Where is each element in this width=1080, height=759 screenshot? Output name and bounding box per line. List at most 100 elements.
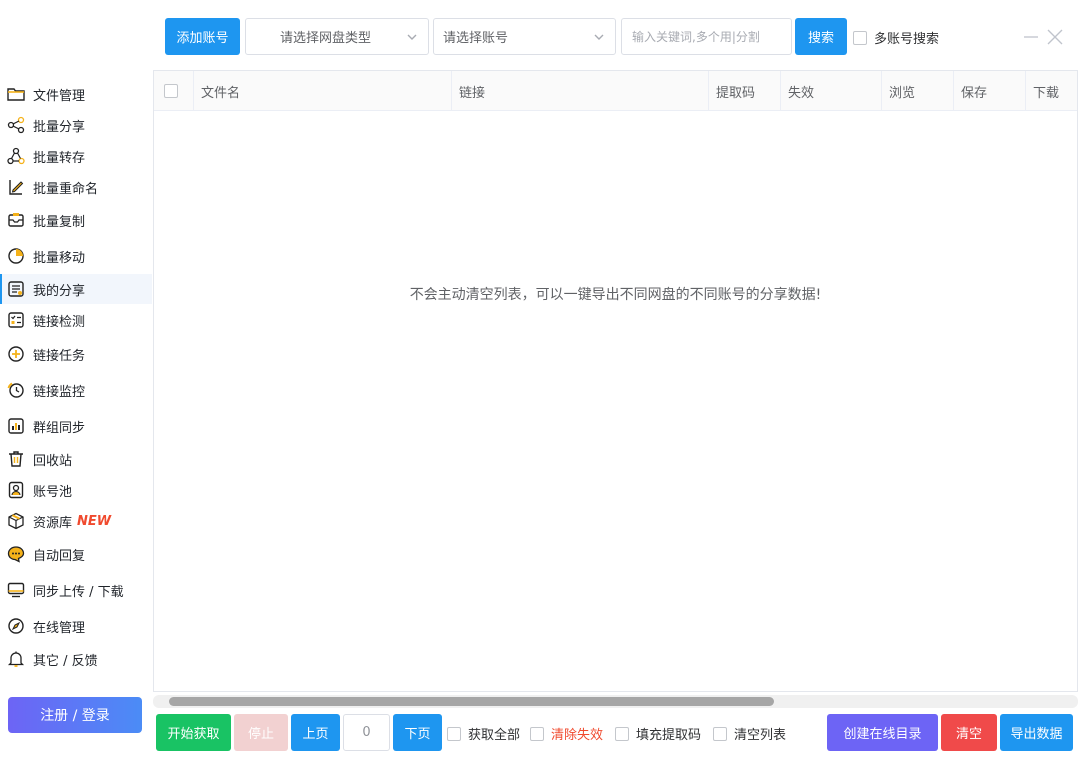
sidebar-item-label: 批量转存 bbox=[33, 150, 86, 166]
sidebar-item-batch-move[interactable]: 批量移动 bbox=[0, 241, 152, 271]
sidebar-item-batch-rename[interactable]: 批量重命名 bbox=[0, 172, 152, 202]
page-number-input[interactable]: 0 bbox=[343, 714, 390, 751]
fetch-all-checkbox[interactable]: 获取全部 bbox=[447, 724, 520, 743]
register-login-button[interactable]: 注册 / 登录 bbox=[8, 697, 142, 733]
share-table: 文件名 链接 提取码 失效 浏览 保存 下载 不会主动清空列表，可以一键导出不同… bbox=[153, 70, 1078, 692]
sidebar-item-label: 自动回复 bbox=[33, 548, 86, 564]
account-placeholder: 请选择账号 bbox=[443, 31, 509, 46]
select-all-checkbox[interactable] bbox=[164, 84, 178, 98]
multi-account-label: 多账号搜索 bbox=[874, 32, 940, 47]
fill-extract-code-label: 填充提取码 bbox=[636, 728, 702, 743]
column-header-filename[interactable]: 文件名 bbox=[194, 71, 452, 111]
clear-invalid-checkbox[interactable]: 清除失效 bbox=[530, 724, 603, 743]
scrollbar-thumb[interactable] bbox=[169, 697, 774, 706]
box-icon bbox=[7, 512, 25, 530]
search-button[interactable]: 搜索 bbox=[795, 18, 847, 55]
sidebar-item-resource-library[interactable]: 资源库 NEW bbox=[0, 506, 152, 536]
disk-type-select[interactable]: 请选择网盘类型 bbox=[245, 18, 429, 55]
sidebar-item-recycle-bin[interactable]: 回收站 bbox=[0, 444, 152, 474]
stop-button[interactable]: 停止 bbox=[234, 714, 288, 751]
user-card-icon bbox=[7, 481, 25, 499]
transfer-icon bbox=[7, 147, 25, 165]
column-header-saves[interactable]: 保存 bbox=[954, 71, 1026, 111]
table-header: 文件名 链接 提取码 失效 浏览 保存 下载 bbox=[154, 71, 1077, 111]
sidebar-item-auto-reply[interactable]: 自动回复 bbox=[0, 539, 152, 569]
clear-button[interactable]: 清空 bbox=[941, 714, 997, 751]
column-header-downloads[interactable]: 下载 bbox=[1026, 71, 1077, 111]
sidebar-item-label: 回收站 bbox=[33, 453, 73, 469]
sidebar-item-link-task[interactable]: 链接任务 bbox=[0, 339, 152, 369]
clear-list-label: 清空列表 bbox=[734, 728, 787, 743]
checkbox-box[interactable] bbox=[447, 726, 461, 741]
sidebar-item-label: 文件管理 bbox=[33, 88, 86, 104]
checkbox-box[interactable] bbox=[853, 30, 867, 45]
sidebar-item-label: 批量复制 bbox=[33, 214, 86, 230]
checkbox-box[interactable] bbox=[713, 726, 727, 741]
column-header-invalid[interactable]: 失效 bbox=[781, 71, 882, 111]
sidebar-item-file-manager[interactable]: 文件管理 bbox=[0, 79, 152, 109]
sidebar-item-account-pool[interactable]: 账号池 bbox=[0, 475, 152, 505]
move-icon bbox=[7, 247, 25, 265]
minimize-icon[interactable] bbox=[1022, 28, 1040, 46]
plus-circle-icon bbox=[7, 345, 25, 363]
checkbox-box[interactable] bbox=[615, 726, 629, 741]
sidebar-item-label: 链接任务 bbox=[33, 348, 86, 364]
sidebar-item-my-share[interactable]: 我的分享 bbox=[0, 274, 152, 304]
column-header-extract-code[interactable]: 提取码 bbox=[709, 71, 781, 111]
sidebar-item-label: 资源库 bbox=[33, 515, 73, 531]
compass-icon bbox=[7, 617, 25, 635]
sidebar-item-group-sync[interactable]: 群组同步 bbox=[0, 411, 152, 441]
sidebar-item-label: 批量移动 bbox=[33, 250, 86, 266]
sidebar-item-label: 批量分享 bbox=[33, 119, 86, 135]
sidebar-item-link-check[interactable]: 链接检测 bbox=[0, 305, 152, 335]
sidebar-item-batch-transfer[interactable]: 批量转存 bbox=[0, 141, 152, 171]
horizontal-scrollbar[interactable] bbox=[153, 695, 1078, 708]
my-share-icon bbox=[7, 280, 25, 298]
sidebar-item-label: 链接检测 bbox=[33, 314, 86, 330]
fill-extract-code-checkbox[interactable]: 填充提取码 bbox=[615, 724, 701, 743]
bell-icon bbox=[7, 650, 25, 668]
chevron-down-icon bbox=[594, 34, 604, 40]
add-account-button[interactable]: 添加账号 bbox=[165, 18, 240, 55]
account-select[interactable]: 请选择账号 bbox=[433, 18, 616, 55]
sidebar-item-other-feedback[interactable]: 其它 / 反馈 bbox=[0, 644, 152, 674]
sidebar-item-label: 链接监控 bbox=[33, 384, 86, 400]
monitor-icon bbox=[7, 581, 25, 599]
new-badge: NEW bbox=[77, 513, 112, 529]
sidebar-item-sync-upload-download[interactable]: 同步上传 / 下载 bbox=[0, 575, 152, 605]
share-icon bbox=[7, 116, 25, 134]
sidebar-item-label: 其它 / 反馈 bbox=[33, 653, 98, 669]
start-fetch-button[interactable]: 开始获取 bbox=[156, 714, 231, 751]
column-header-link[interactable]: 链接 bbox=[452, 71, 709, 111]
sidebar-item-online-manage[interactable]: 在线管理 bbox=[0, 611, 152, 641]
chart-icon bbox=[7, 417, 25, 435]
create-online-dir-button[interactable]: 创建在线目录 bbox=[827, 714, 938, 751]
prev-page-button[interactable]: 上页 bbox=[291, 714, 340, 751]
sidebar-item-label: 在线管理 bbox=[33, 620, 86, 636]
sidebar-item-label: 同步上传 / 下载 bbox=[33, 584, 124, 600]
sidebar-item-label: 群组同步 bbox=[33, 420, 86, 436]
export-data-button[interactable]: 导出数据 bbox=[1000, 714, 1073, 751]
keyword-input[interactable] bbox=[621, 18, 792, 55]
next-page-button[interactable]: 下页 bbox=[393, 714, 442, 751]
clear-list-checkbox[interactable]: 清空列表 bbox=[713, 724, 786, 743]
folder-icon bbox=[7, 85, 25, 103]
sidebar-item-label: 账号池 bbox=[33, 484, 73, 500]
sidebar-item-label: 批量重命名 bbox=[33, 181, 99, 197]
disk-type-placeholder: 请选择网盘类型 bbox=[280, 31, 372, 46]
sidebar-item-batch-share[interactable]: 批量分享 bbox=[0, 110, 152, 140]
column-header-views[interactable]: 浏览 bbox=[882, 71, 954, 111]
trash-icon bbox=[7, 450, 25, 468]
fetch-all-label: 获取全部 bbox=[468, 728, 521, 743]
sidebar-item-link-monitor[interactable]: 链接监控 bbox=[0, 375, 152, 405]
rename-icon bbox=[7, 178, 25, 196]
multi-account-search-checkbox[interactable]: 多账号搜索 bbox=[853, 28, 939, 47]
close-icon[interactable] bbox=[1046, 28, 1064, 46]
sidebar-item-batch-copy[interactable]: 批量复制 bbox=[0, 205, 152, 235]
sidebar: 文件管理 批量分享 批量转存 批量重命名 批量复制 批量移动 我的分享 链接检测… bbox=[0, 76, 152, 696]
sidebar-item-label: 我的分享 bbox=[33, 283, 86, 299]
link-check-icon bbox=[7, 311, 25, 329]
checkbox-box[interactable] bbox=[530, 726, 544, 741]
empty-state-text: 不会主动清空列表，可以一键导出不同网盘的不同账号的分享数据! bbox=[409, 287, 822, 303]
copy-icon bbox=[7, 211, 25, 229]
